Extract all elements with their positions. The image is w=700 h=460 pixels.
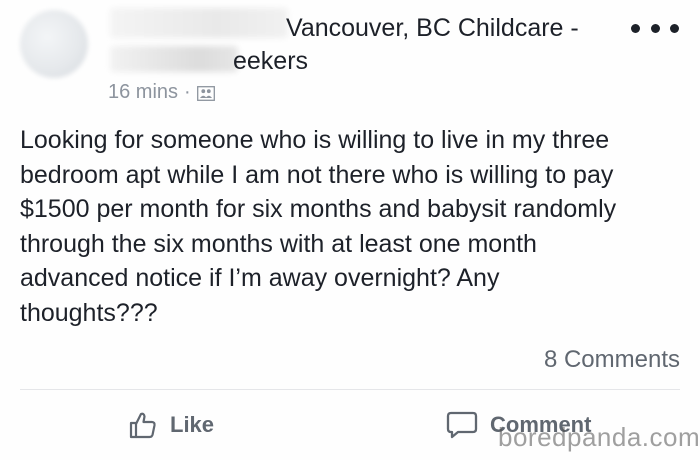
group-title-line2[interactable]: eekers (233, 47, 308, 76)
blurred-group-name-fragment (110, 46, 238, 72)
group-members-icon (196, 86, 215, 101)
meta-separator: · (184, 81, 191, 103)
facebook-post: Vancouver, BC Childcare - eekers 16 mins… (0, 0, 700, 460)
avatar[interactable] (20, 10, 88, 78)
like-button[interactable]: Like (128, 410, 214, 440)
post-body-text: Looking for someone who is willing to li… (20, 126, 617, 327)
speech-bubble-icon (446, 411, 478, 439)
watermark: boredpanda.com (498, 422, 700, 452)
post-meta: 16 mins · (108, 81, 215, 104)
timestamp[interactable]: 16 mins (108, 81, 178, 104)
blurred-author-name (110, 8, 288, 38)
more-options-icon[interactable] (631, 18, 679, 38)
comments-count-link[interactable]: 8 Comments (544, 346, 680, 374)
thumbs-up-icon (129, 412, 156, 439)
divider (20, 389, 680, 390)
like-label: Like (170, 412, 215, 437)
group-title-line1[interactable]: Vancouver, BC Childcare - (286, 14, 579, 43)
